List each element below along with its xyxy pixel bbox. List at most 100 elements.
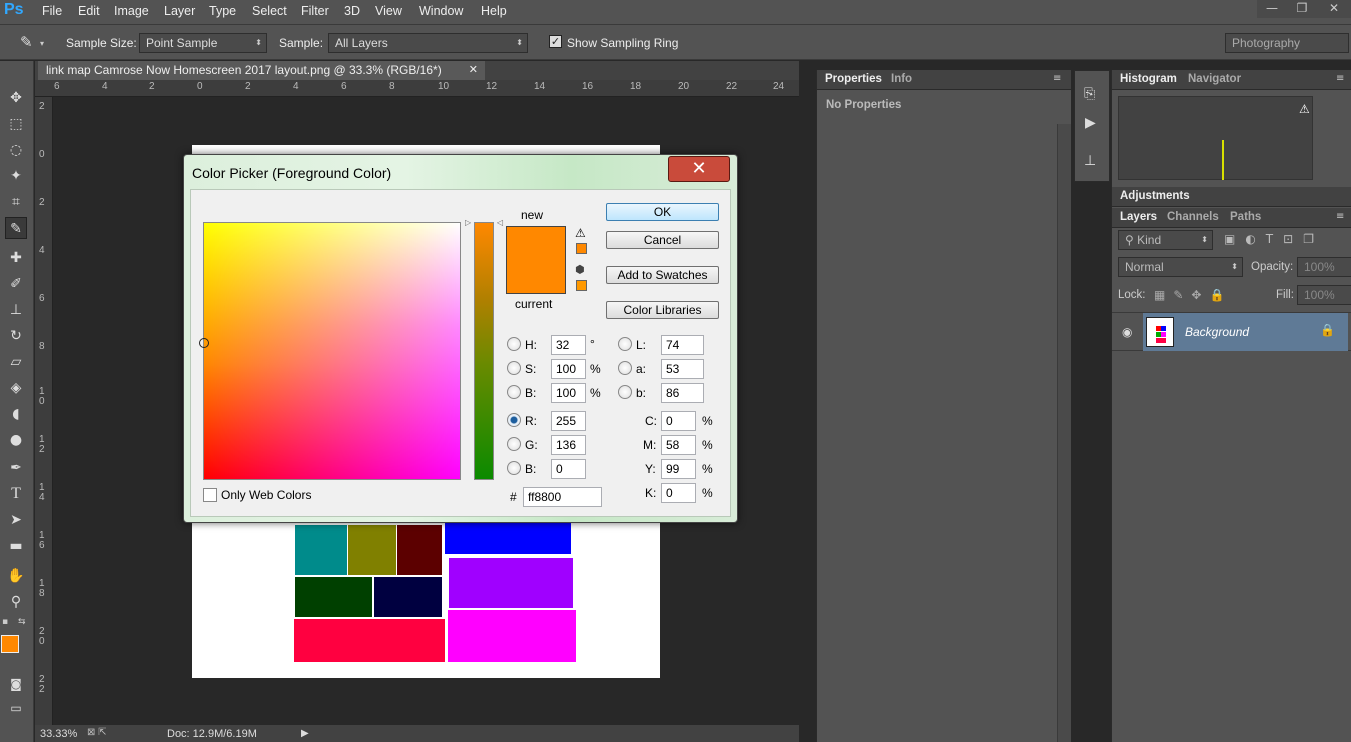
green-radio[interactable] [507, 437, 521, 451]
history-panel-icon[interactable]: ⎘ [1084, 86, 1095, 102]
type-tool-icon[interactable]: T [5, 483, 27, 505]
hex-input[interactable]: ff8800 [523, 487, 602, 507]
add-to-swatches-button[interactable]: Add to Swatches [606, 266, 719, 284]
menu-file[interactable]: File [42, 4, 62, 18]
panel-menu-icon[interactable]: ≡ [1336, 73, 1344, 84]
web-safe-color-swatch[interactable] [576, 280, 587, 291]
paint-bucket-icon[interactable]: ◈ [5, 377, 27, 399]
blue-radio[interactable] [507, 461, 521, 475]
clone-stamp-icon[interactable]: ⊥ [5, 299, 27, 321]
blur-tool-icon[interactable]: ◖ [5, 403, 27, 425]
menu-window[interactable]: Window [419, 4, 463, 18]
share-icon[interactable]: ⊠ ⇱ [87, 727, 107, 738]
menu-type[interactable]: Type [209, 4, 236, 18]
red-radio[interactable] [507, 413, 521, 427]
tab-histogram[interactable]: Histogram [1120, 73, 1177, 85]
layer-kind-filter[interactable]: ⚲ Kind ⬍ [1118, 230, 1213, 250]
menu-edit[interactable]: Edit [78, 4, 100, 18]
layer-row-background[interactable]: Background 🔒 [1143, 313, 1348, 351]
a-channel-radio[interactable] [618, 361, 632, 375]
screen-mode-icon[interactable]: ▭ [5, 697, 27, 719]
tool-presets-icon[interactable]: ⊥ [1084, 153, 1096, 169]
brightness-radio[interactable] [507, 385, 521, 399]
b-channel-input[interactable]: 86 [661, 383, 704, 403]
document-tab[interactable]: link map Camrose Now Homescreen 2017 lay… [38, 61, 485, 80]
blue-input[interactable]: 0 [551, 459, 586, 479]
sample-select[interactable]: All Layers ⬍ [328, 33, 528, 53]
lock-icons[interactable]: ▦✎✥🔒 [1154, 288, 1232, 302]
tab-navigator[interactable]: Navigator [1188, 73, 1241, 85]
workspace-select[interactable]: Photography [1225, 33, 1349, 53]
healing-brush-icon[interactable]: ✚ [5, 247, 27, 269]
restore-icon[interactable]: ❐ [1287, 0, 1317, 18]
hue-slider[interactable] [474, 222, 494, 480]
cancel-button[interactable]: Cancel [606, 231, 719, 249]
tab-properties[interactable]: Properties [825, 73, 882, 85]
tab-layers[interactable]: Layers [1120, 211, 1157, 223]
eraser-tool-icon[interactable]: ▱ [5, 351, 27, 373]
tab-info[interactable]: Info [891, 73, 912, 85]
menu-select[interactable]: Select [252, 4, 287, 18]
black-input[interactable]: 0 [661, 483, 696, 503]
sample-size-select[interactable]: Point Sample ⬍ [139, 33, 267, 53]
status-arrow-icon[interactable]: ▶ [301, 728, 309, 739]
fill-input[interactable]: 100% [1297, 285, 1351, 305]
hue-slider-right-arrow[interactable]: ◁ [497, 218, 503, 227]
tab-channels[interactable]: Channels [1167, 211, 1219, 223]
menu-view[interactable]: View [375, 4, 402, 18]
eyedropper-icon[interactable]: ✎ [20, 33, 33, 51]
menu-help[interactable]: Help [481, 4, 507, 18]
layer-name[interactable]: Background [1185, 325, 1249, 339]
red-input[interactable]: 255 [551, 411, 586, 431]
path-select-icon[interactable]: ➤ [5, 509, 27, 531]
opacity-input[interactable]: 100% [1297, 257, 1351, 277]
foreground-color-swatch[interactable] [1, 635, 19, 653]
tool-preset-chevron-icon[interactable]: ▾ [40, 39, 44, 48]
zoom-level[interactable]: 33.33% [40, 728, 77, 740]
current-color-swatch[interactable] [506, 260, 566, 294]
default-colors-icon[interactable]: ▪ [2, 617, 8, 627]
lightness-radio[interactable] [618, 337, 632, 351]
panel-scrollbar[interactable] [1057, 124, 1071, 742]
move-tool-icon[interactable]: ✥ [5, 87, 27, 109]
visibility-eye-icon[interactable]: ◉ [1122, 325, 1132, 339]
hand-tool-icon[interactable]: ✋ [5, 565, 27, 587]
close-icon[interactable]: ✕ [668, 156, 730, 182]
gamut-color-swatch[interactable] [576, 243, 587, 254]
color-libraries-button[interactable]: Color Libraries [606, 301, 719, 319]
only-web-colors-checkbox[interactable] [203, 488, 217, 502]
cyan-input[interactable]: 0 [661, 411, 696, 431]
lightness-input[interactable]: 74 [661, 335, 704, 355]
menu-3d[interactable]: 3D [344, 4, 360, 18]
show-sampling-ring-checkbox[interactable]: ✓ [549, 35, 562, 48]
saturation-input[interactable]: 100 [551, 359, 586, 379]
color-field[interactable] [199, 222, 461, 480]
adjustments-title[interactable]: Adjustments [1120, 190, 1190, 202]
brightness-input[interactable]: 100 [551, 383, 586, 403]
actions-panel-icon[interactable]: ▶ [1085, 115, 1096, 131]
gamut-warning-icon[interactable]: ⚠ [575, 226, 586, 240]
lasso-tool-icon[interactable]: ◌ [5, 139, 27, 161]
yellow-input[interactable]: 99 [661, 459, 696, 479]
panel-menu-icon[interactable]: ≡ [1053, 73, 1061, 84]
minimize-icon[interactable]: — [1257, 0, 1287, 18]
history-brush-icon[interactable]: ↻ [5, 325, 27, 347]
quick-select-tool-icon[interactable]: ✦ [5, 165, 27, 187]
rectangle-tool-icon[interactable]: ▬ [5, 535, 27, 557]
menu-filter[interactable]: Filter [301, 4, 329, 18]
layer-filter-icons[interactable]: ▣◐T⊡❐ [1224, 232, 1324, 246]
warning-icon[interactable]: ⚠ [1299, 102, 1310, 116]
marquee-tool-icon[interactable]: ⬚ [5, 113, 27, 135]
panel-menu-icon[interactable]: ≡ [1336, 211, 1344, 222]
crop-tool-icon[interactable]: ⌗ [5, 191, 27, 213]
green-input[interactable]: 136 [551, 435, 586, 455]
swap-colors-icon[interactable]: ⇆ [18, 617, 26, 627]
b-channel-radio[interactable] [618, 385, 632, 399]
saturation-radio[interactable] [507, 361, 521, 375]
quick-mask-icon[interactable]: ◙ [5, 673, 27, 695]
menu-image[interactable]: Image [114, 4, 149, 18]
hue-slider-left-arrow[interactable]: ▷ [465, 218, 471, 227]
a-channel-input[interactable]: 53 [661, 359, 704, 379]
eyedropper-tool-icon[interactable]: ✎ [5, 217, 27, 239]
hue-radio[interactable] [507, 337, 521, 351]
